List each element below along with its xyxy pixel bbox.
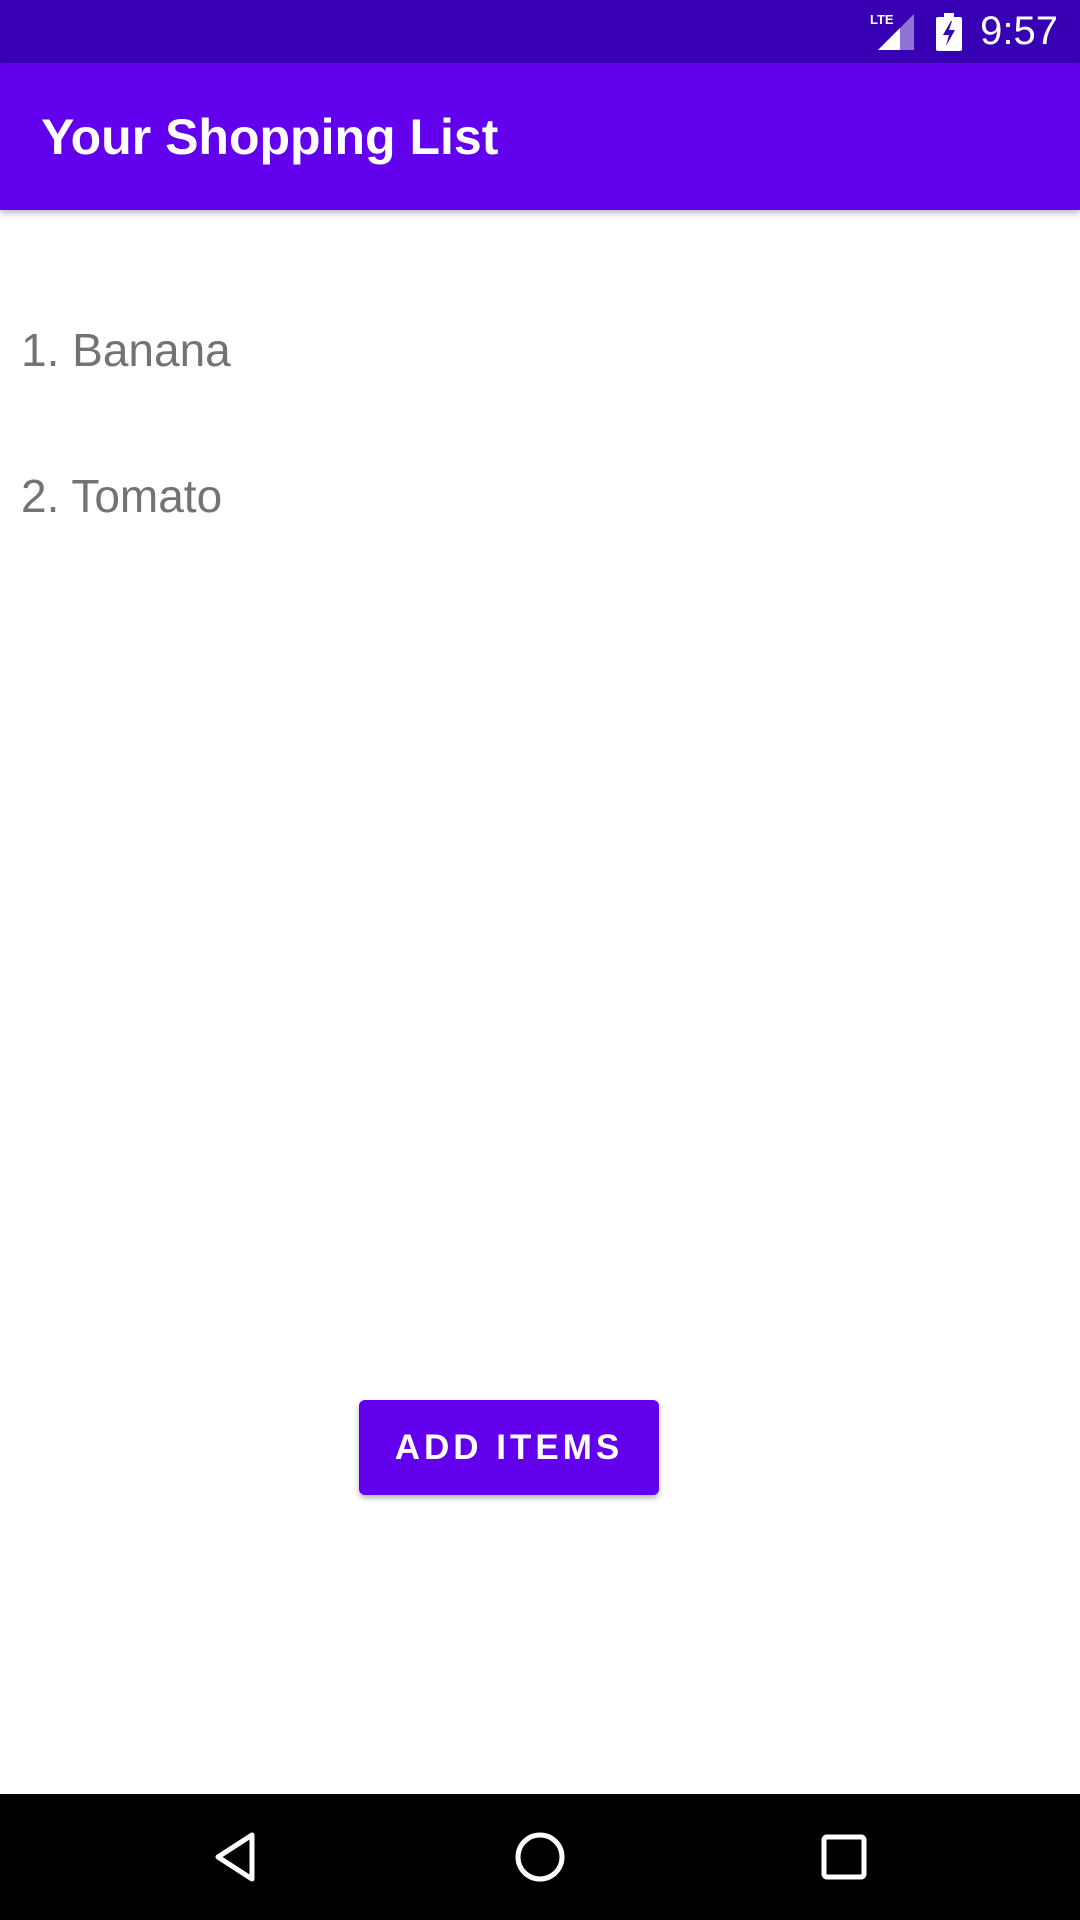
status-time: 9:57	[980, 9, 1058, 53]
battery-charging-icon	[936, 12, 963, 51]
lte-signal-icon: LTE	[870, 12, 918, 52]
list-item: 1. Banana	[21, 324, 231, 376]
page-title: Your Shopping List	[41, 108, 499, 165]
network-type-label: LTE	[870, 12, 894, 27]
back-icon[interactable]	[176, 1794, 296, 1920]
status-icons: LTE 9:57	[870, 0, 1058, 63]
navigation-bar	[0, 1794, 1080, 1920]
add-items-button[interactable]: ADD ITEMS	[359, 1400, 659, 1495]
list-item: 2. Tomato	[21, 470, 223, 522]
app-bar: Your Shopping List	[0, 63, 1080, 210]
recents-icon[interactable]	[784, 1794, 904, 1920]
shopping-list: 1. Banana 2. Tomato	[0, 210, 1080, 1794]
status-bar: LTE 9:57	[0, 0, 1080, 63]
home-icon[interactable]	[480, 1794, 600, 1920]
